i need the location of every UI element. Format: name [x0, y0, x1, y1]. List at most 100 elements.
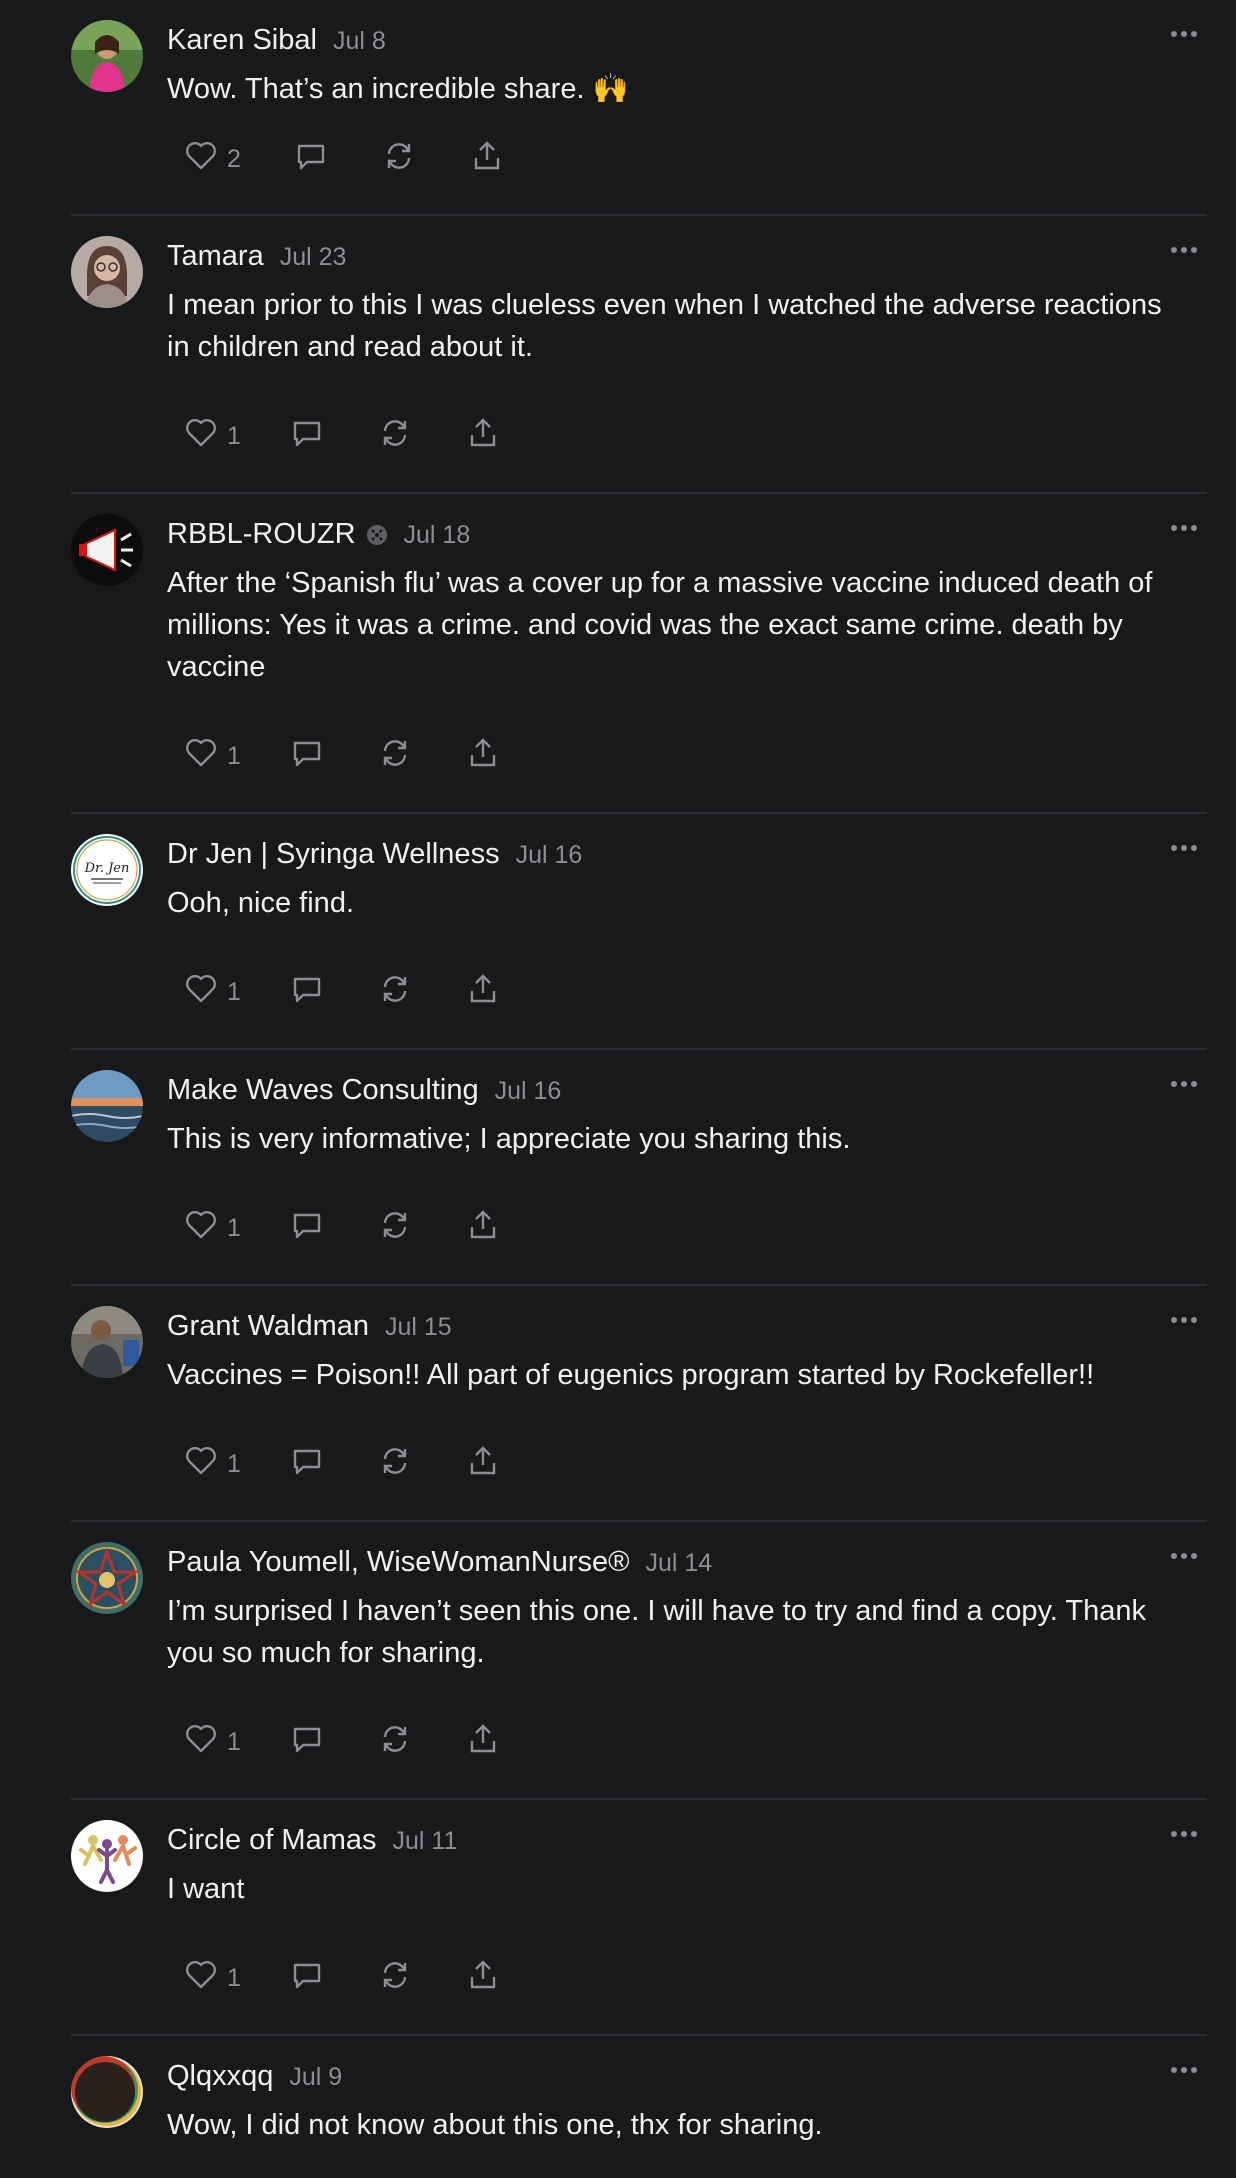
restack-button[interactable] [377, 1207, 465, 1250]
avatar-logo-text: Dr. Jen [84, 861, 130, 876]
comment: Karen Sibal Jul 8 Wow. That’s an incredi… [71, 0, 1207, 216]
reply-button[interactable] [289, 415, 377, 458]
reply-button[interactable] [289, 1721, 377, 1764]
reply-button[interactable] [293, 138, 381, 181]
share-button[interactable] [465, 1207, 525, 1250]
heart-icon [183, 138, 219, 181]
comment-text: This is very informative; I appreciate y… [167, 1123, 851, 1155]
like-button[interactable]: 1 [183, 1207, 289, 1250]
share-icon [465, 1957, 501, 2000]
more-dots-icon[interactable] [1167, 836, 1201, 860]
comment-date[interactable]: Jul 18 [404, 521, 471, 550]
restack-button[interactable] [377, 971, 465, 1014]
avatar[interactable] [71, 1820, 143, 1892]
like-button[interactable]: 1 [183, 1721, 289, 1764]
share-button[interactable] [465, 1721, 525, 1764]
like-button[interactable]: 1 [183, 971, 289, 1014]
restack-button[interactable] [377, 1721, 465, 1764]
more-dots-icon[interactable] [1167, 1544, 1201, 1568]
like-count: 2 [227, 144, 241, 173]
comment: Circle of Mamas Jul 11 I want 1 [71, 1800, 1207, 2036]
restack-icon [377, 1443, 413, 1486]
share-button[interactable] [465, 971, 525, 1014]
avatar[interactable] [71, 2056, 143, 2128]
comment-date[interactable]: Jul 15 [385, 1313, 452, 1342]
avatar[interactable] [71, 1542, 143, 1614]
comment-bubble-icon [289, 1957, 325, 2000]
share-icon [465, 971, 501, 1014]
restack-icon [377, 1207, 413, 1250]
comment-date[interactable]: Jul 11 [393, 1827, 458, 1856]
comment-actions: 2 [183, 137, 529, 181]
more-dots-icon[interactable] [1167, 238, 1201, 262]
comment-text: Wow. That’s an incredible share. 🙌 [167, 73, 629, 105]
restack-button[interactable] [377, 1957, 465, 2000]
avatar[interactable]: Dr. Jen [71, 834, 143, 906]
author-name[interactable]: Qlqxxqq [167, 2060, 273, 2093]
heart-icon [183, 1207, 219, 1250]
comment-date[interactable]: Jul 8 [333, 27, 386, 56]
comment: Qlqxxqq Jul 9 Wow, I did not know about … [71, 2036, 1207, 2178]
avatar[interactable] [71, 1306, 143, 1378]
share-button[interactable] [465, 735, 525, 778]
author-name[interactable]: Dr Jen | Syringa Wellness [167, 838, 500, 871]
avatar[interactable] [71, 1070, 143, 1142]
comment-text: Wow, I did not know about this one, thx … [167, 2109, 823, 2141]
like-button[interactable]: 1 [183, 735, 289, 778]
comment-date[interactable]: Jul 16 [516, 841, 583, 870]
avatar[interactable] [71, 514, 143, 586]
more-dots-icon[interactable] [1167, 22, 1201, 46]
share-icon [469, 138, 505, 181]
comment-date[interactable]: Jul 16 [495, 1077, 562, 1106]
comment-text: After the ‘Spanish flu’ was a cover up f… [167, 567, 1153, 683]
share-button[interactable] [465, 1443, 525, 1486]
share-button[interactable] [465, 415, 525, 458]
restack-button[interactable] [377, 1443, 465, 1486]
restack-button[interactable] [381, 138, 469, 181]
author-name[interactable]: Tamara [167, 240, 264, 273]
reply-button[interactable] [289, 735, 377, 778]
avatar[interactable] [71, 20, 143, 92]
author-name[interactable]: Circle of Mamas [167, 1824, 377, 1857]
reply-button[interactable] [289, 1207, 377, 1250]
reply-button[interactable] [289, 971, 377, 1014]
restack-icon [377, 971, 413, 1014]
restack-button[interactable] [377, 735, 465, 778]
restack-icon [381, 138, 417, 181]
author-name[interactable]: Paula Youmell, WiseWomanNurse® [167, 1546, 630, 1579]
comment-bubble-icon [289, 735, 325, 778]
more-dots-icon[interactable] [1167, 1308, 1201, 1332]
reply-button[interactable] [289, 1957, 377, 2000]
author-name[interactable]: Grant Waldman [167, 1310, 369, 1343]
like-button[interactable]: 2 [183, 138, 293, 181]
comment-date[interactable]: Jul 23 [280, 243, 347, 272]
reply-button[interactable] [289, 1443, 377, 1486]
comment-text: Ooh, nice find. [167, 887, 354, 919]
more-dots-icon[interactable] [1167, 2058, 1201, 2082]
share-icon [465, 1443, 501, 1486]
share-button[interactable] [465, 1957, 525, 2000]
author-name[interactable]: Make Waves Consulting [167, 1074, 479, 1107]
like-button[interactable]: 1 [183, 1443, 289, 1486]
like-count: 1 [227, 1449, 241, 1478]
more-dots-icon[interactable] [1167, 516, 1201, 540]
comment-bubble-icon [289, 1207, 325, 1250]
avatar[interactable] [71, 236, 143, 308]
comment-text: I mean prior to this I was clueless even… [167, 289, 1162, 363]
comment-date[interactable]: Jul 14 [646, 1549, 713, 1578]
share-button[interactable] [469, 138, 529, 181]
comment-actions: 1 [183, 1206, 525, 1250]
like-button[interactable]: 1 [183, 1957, 289, 2000]
restack-button[interactable] [377, 415, 465, 458]
more-dots-icon[interactable] [1167, 1072, 1201, 1096]
comment-bubble-icon [293, 138, 329, 181]
restack-icon [377, 415, 413, 458]
comment-date[interactable]: Jul 9 [289, 2063, 342, 2092]
comment: RBBL-ROUZR Jul 18 After the ‘Spanish flu… [71, 494, 1207, 814]
like-count: 1 [227, 1213, 241, 1242]
like-button[interactable]: 1 [183, 415, 289, 458]
author-name[interactable]: Karen Sibal [167, 24, 317, 57]
author-name[interactable]: RBBL-ROUZR [167, 518, 356, 551]
more-dots-icon[interactable] [1167, 1822, 1201, 1846]
comment-bubble-icon [289, 415, 325, 458]
